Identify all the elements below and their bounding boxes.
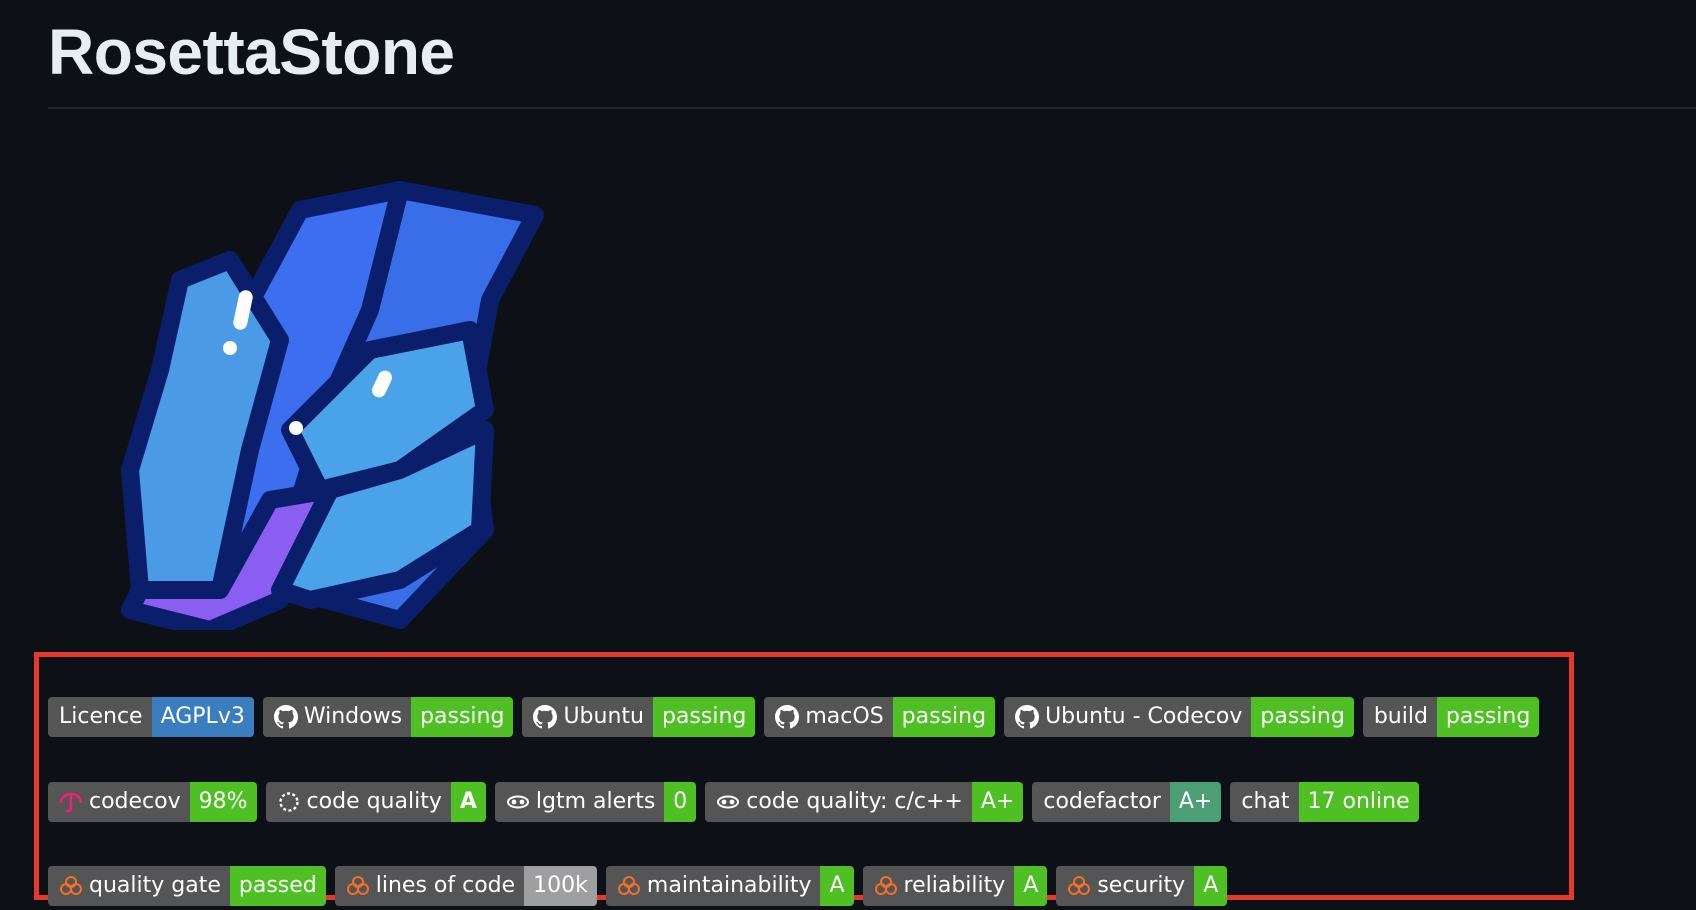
badge-value: A xyxy=(1014,866,1048,906)
badge-label: codefactor xyxy=(1032,782,1170,822)
badge-value: A+ xyxy=(971,782,1024,822)
badges-highlight-frame xyxy=(34,652,1574,900)
badge-value: passing xyxy=(892,697,996,737)
title-divider xyxy=(48,107,1696,109)
sonarcloud-icon xyxy=(617,874,641,898)
badge-value: A xyxy=(1194,866,1228,906)
badge-value: passing xyxy=(411,697,514,737)
codecov-umbrella-icon xyxy=(59,790,83,814)
badge-value: passing xyxy=(652,697,756,737)
badge-value: passing xyxy=(1251,697,1354,737)
badge-label: lgtm alerts xyxy=(535,789,656,814)
licence-badge[interactable]: Licence AGPLv3 xyxy=(48,697,254,737)
badge-label: code quality: c/c++ xyxy=(746,789,963,814)
badge-label: lines of code xyxy=(375,873,516,898)
github-icon xyxy=(775,705,800,729)
badge-label: security xyxy=(1097,873,1186,898)
chat-badge[interactable]: chat 17 online xyxy=(1230,782,1419,822)
sonar-maintainability-badge[interactable]: maintainability A xyxy=(605,866,854,906)
badge-label: Ubuntu xyxy=(563,704,644,729)
sonar-reliability-badge[interactable]: reliability A xyxy=(862,866,1048,906)
windows-build-badge[interactable]: Windows passing xyxy=(262,697,514,737)
github-icon xyxy=(1015,705,1040,729)
badge-row-2: codecov 98% code quality A lgtm alerts 0… xyxy=(48,782,1419,822)
badge-label: macOS xyxy=(805,704,884,729)
lgtm-alerts-badge[interactable]: lgtm alerts 0 xyxy=(494,782,697,822)
macos-build-badge[interactable]: macOS passing xyxy=(764,697,996,737)
badge-value: AGPLv3 xyxy=(151,697,254,737)
github-icon xyxy=(273,705,298,729)
badge-row-1: Licence AGPLv3 Windows passing Ubuntu pa… xyxy=(48,697,1540,737)
sonar-security-badge[interactable]: security A xyxy=(1056,866,1228,906)
badge-label: quality gate xyxy=(89,873,221,898)
build-status-badge[interactable]: build passing xyxy=(1362,697,1540,737)
badge-label: Ubuntu - Codecov xyxy=(1045,704,1243,729)
codacy-quality-badge[interactable]: code quality A xyxy=(265,782,486,822)
lgtm-icon xyxy=(716,790,740,814)
sonar-lines-of-code-badge[interactable]: lines of code 100k xyxy=(334,866,597,906)
badge-label: Licence xyxy=(48,697,152,737)
badge-value: 98% xyxy=(189,782,257,822)
codacy-icon xyxy=(277,790,301,814)
ubuntu-build-badge[interactable]: Ubuntu passing xyxy=(522,697,756,737)
badge-value: 100k xyxy=(524,866,597,906)
badge-value: A+ xyxy=(1169,782,1222,822)
github-icon xyxy=(533,705,558,729)
badge-label: maintainability xyxy=(646,873,812,898)
codecov-badge[interactable]: codecov 98% xyxy=(48,782,257,822)
badge-label: chat xyxy=(1230,782,1299,822)
badge-value: A xyxy=(450,782,486,822)
badge-label: build xyxy=(1362,697,1437,737)
rosetta-crystal-logo xyxy=(121,181,544,630)
badge-label: codecov xyxy=(89,789,181,814)
lgtm-code-quality-badge[interactable]: code quality: c/c++ A+ xyxy=(705,782,1024,822)
sonarcloud-icon xyxy=(1067,874,1091,898)
sonarcloud-icon xyxy=(346,874,370,898)
badge-label: code quality xyxy=(306,789,442,814)
badge-value: 0 xyxy=(664,782,697,822)
badge-value: A xyxy=(820,866,854,906)
sonar-quality-gate-badge[interactable]: quality gate passed xyxy=(48,866,326,906)
page-title: RosettaStone xyxy=(48,16,455,88)
badge-row-3: quality gate passed lines of code 100k m… xyxy=(48,866,1228,906)
badge-label: reliability xyxy=(903,873,1006,898)
badge-value: passing xyxy=(1436,697,1540,737)
badge-label: Windows xyxy=(303,704,403,729)
sonarcloud-icon xyxy=(874,874,898,898)
badge-value: 17 online xyxy=(1298,782,1419,822)
sonarcloud-icon xyxy=(59,874,83,898)
lgtm-icon xyxy=(506,790,530,814)
codefactor-badge[interactable]: codefactor A+ xyxy=(1032,782,1222,822)
ubuntu-codecov-badge[interactable]: Ubuntu - Codecov passing xyxy=(1004,697,1354,737)
badge-value: passed xyxy=(229,866,326,906)
